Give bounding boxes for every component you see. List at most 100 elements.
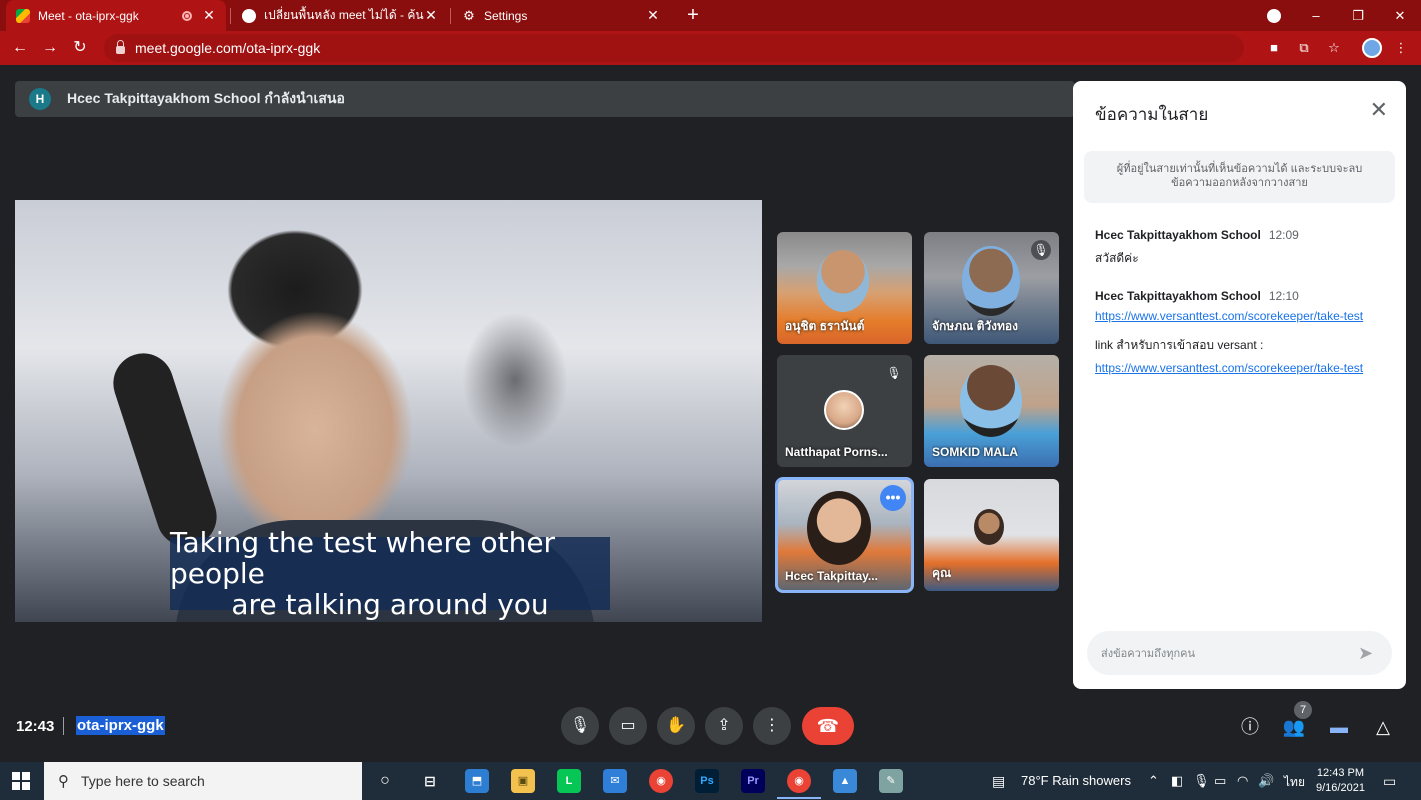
address-bar[interactable]: meet.google.com/ota-iprx-ggk [104,34,1244,62]
participant-name: จักษภณ ติวังทอง [932,319,1018,333]
language-indicator[interactable]: ไทย [1284,773,1305,792]
close-tab-icon[interactable]: ✕ [424,7,438,24]
people-count-badge: 7 [1294,701,1312,719]
chat-message: Hcec Takpittayakhom School 12:10 https://… [1095,289,1390,375]
participant-avatar [824,390,864,430]
bookmark-star-icon[interactable]: ☆ [1326,40,1342,56]
message-time: 12:09 [1268,228,1299,242]
chat-panel: ข้อความในสาย ✕ ผู้ที่อยู่ในสายเท่านั้นที… [1073,81,1406,689]
caption-line: Taking the test where other people [170,526,556,590]
end-call-button[interactable]: ☎ [802,707,854,745]
restore-button[interactable]: ❐ [1337,8,1379,24]
message-link[interactable]: https://www.versanttest.com/scorekeeper/… [1095,361,1390,375]
participant-name: อนุชิต ธรานันต์ [785,319,865,333]
camera-tray-icon[interactable]: ◧ [1171,773,1183,789]
new-tab-button[interactable]: + [682,4,704,26]
chrome-icon[interactable]: ◉ [649,769,673,793]
show-hidden-icons-icon[interactable]: ⌃ [1148,773,1159,789]
battery-icon[interactable]: ▭ [1214,773,1226,789]
participant-tile[interactable]: 🎙 Natthapat Porns... [777,355,912,467]
mic-off-icon: 🎙 [1031,240,1051,260]
windows-start-icon[interactable] [12,772,30,790]
browser-toolbar: ← → ↻ meet.google.com/ota-iprx-ggk ■ ⧉ ☆… [0,31,1421,65]
line-app-icon[interactable]: L [557,769,581,793]
system-clock[interactable]: 12:43 PM 9/16/2021 [1316,766,1365,796]
close-tab-icon[interactable]: ✕ [646,7,660,24]
participant-face [817,250,869,312]
news-icon[interactable]: ▤ [992,773,1005,790]
mic-off-icon: 🎙 [886,366,902,380]
participant-name: Natthapat Porns... [785,445,888,459]
premiere-icon[interactable]: Pr [741,769,765,793]
raise-hand-button[interactable]: ✋ [657,707,695,745]
camera-permission-icon[interactable]: ■ [1266,40,1282,56]
app-icon[interactable]: ✎ [879,769,903,793]
present-screen-button[interactable]: ⇪ [705,707,743,745]
participant-tile[interactable]: 🎙 จักษภณ ติวังทอง [924,232,1059,344]
camera-button[interactable]: ▭ [609,707,647,745]
participant-face [807,491,871,565]
windows-taskbar: ⚲ Type here to search ○ ⊟ ⬒ ▣ L ✉ ◉ Ps P… [0,762,1421,800]
participant-tile[interactable]: SOMKID MALA [924,355,1059,467]
participant-tile[interactable]: คุณ [924,479,1059,591]
chat-input[interactable]: ส่งข้อความถึงทุกคน ➤ [1087,631,1392,675]
minimize-button[interactable]: – [1295,8,1337,23]
back-arrow-icon[interactable]: ← [10,38,30,58]
volume-icon[interactable]: 🔊 [1258,773,1274,789]
notifications-icon[interactable]: ▭ [1383,773,1396,790]
file-explorer-icon[interactable]: ▣ [511,769,535,793]
taskbar-search[interactable]: ⚲ Type here to search [44,762,362,800]
close-window-button[interactable]: ✕ [1379,8,1421,24]
chat-icon[interactable]: ▬ [1326,715,1352,739]
message-text: สวัสดีค่ะ [1095,251,1139,265]
message-sender: Hcec Takpittayakhom School [1095,289,1261,303]
tab-label: เปลี่ยนพื้นหลัง meet ไม่ได้ - ค้นหาด้วย [264,8,424,22]
send-icon[interactable]: ➤ [1358,643,1378,663]
tab-label: Settings [484,8,528,23]
participant-tile[interactable]: อนุชิต ธรานันต์ [777,232,912,344]
task-view-icon[interactable]: ⊟ [418,769,442,793]
translate-icon[interactable]: ⧉ [1296,40,1312,56]
google-favicon-icon [242,8,256,23]
forward-arrow-icon[interactable]: → [40,38,60,58]
weather-text[interactable]: 78°F Rain showers [1021,773,1131,788]
tab-search-menu-icon[interactable] [1267,9,1281,23]
participant-tile[interactable]: ••• Hcec Takpittay... [775,477,914,593]
photos-icon[interactable]: ▲ [833,769,857,793]
reload-icon[interactable]: ↻ [70,38,90,58]
chrome-active-icon[interactable]: ◉ [777,769,821,799]
tab-search[interactable]: เปลี่ยนพื้นหลัง meet ไม่ได้ - ค้นหาด้วย … [232,0,448,31]
url-text: meet.google.com/ota-iprx-ggk [135,40,321,56]
participant-name: SOMKID MALA [932,445,1018,459]
presenter-avatar: H [29,88,51,110]
photoshop-icon[interactable]: Ps [695,769,719,793]
kebab-menu-icon[interactable]: ⋮ [1393,40,1409,56]
message-link[interactable]: https://www.versanttest.com/scorekeeper/… [1095,309,1390,323]
close-icon[interactable]: ✕ [1370,99,1388,121]
cortana-icon[interactable]: ○ [373,769,397,793]
more-options-icon[interactable]: ••• [880,485,906,511]
message-text: link สำหรับการเข้าสอบ versant : [1095,338,1264,352]
browser-tab-strip: Meet - ota-iprx-ggk ✕ เปลี่ยนพื้นหลัง me… [0,0,1421,31]
app-icon[interactable]: ⬒ [465,769,489,793]
more-options-button[interactable]: ⋮ [753,707,791,745]
mic-tray-icon[interactable]: 🎙 [1193,773,1210,789]
wifi-icon[interactable]: ◠ [1237,773,1248,789]
presenting-banner: H Hcec Takpittayakhom School กำลังนำเสนอ [15,81,1075,117]
profile-avatar[interactable] [1362,38,1382,58]
presenting-text: Hcec Takpittayakhom School กำลังนำเสนอ [67,90,345,106]
caption-line: are talking around you [231,588,549,621]
close-tab-icon[interactable]: ✕ [202,7,216,24]
meeting-details-icon[interactable]: ⓘ [1237,715,1263,739]
chat-message: Hcec Takpittayakhom School 12:09 สวัสดีค่… [1095,228,1390,268]
participant-face [960,365,1022,437]
presentation-video: Taking the test where other people are t… [15,200,762,622]
participant-face [962,246,1020,316]
search-icon: ⚲ [58,773,69,790]
microphone-button[interactable]: 🎙 [561,707,599,745]
activities-icon[interactable]: △ [1370,715,1396,739]
mail-icon[interactable]: ✉ [603,769,627,793]
tab-meet[interactable]: Meet - ota-iprx-ggk ✕ [6,0,226,31]
tab-settings[interactable]: ⚙ Settings ✕ [452,0,670,31]
meeting-code[interactable]: ota-iprx-ggk [76,716,165,735]
